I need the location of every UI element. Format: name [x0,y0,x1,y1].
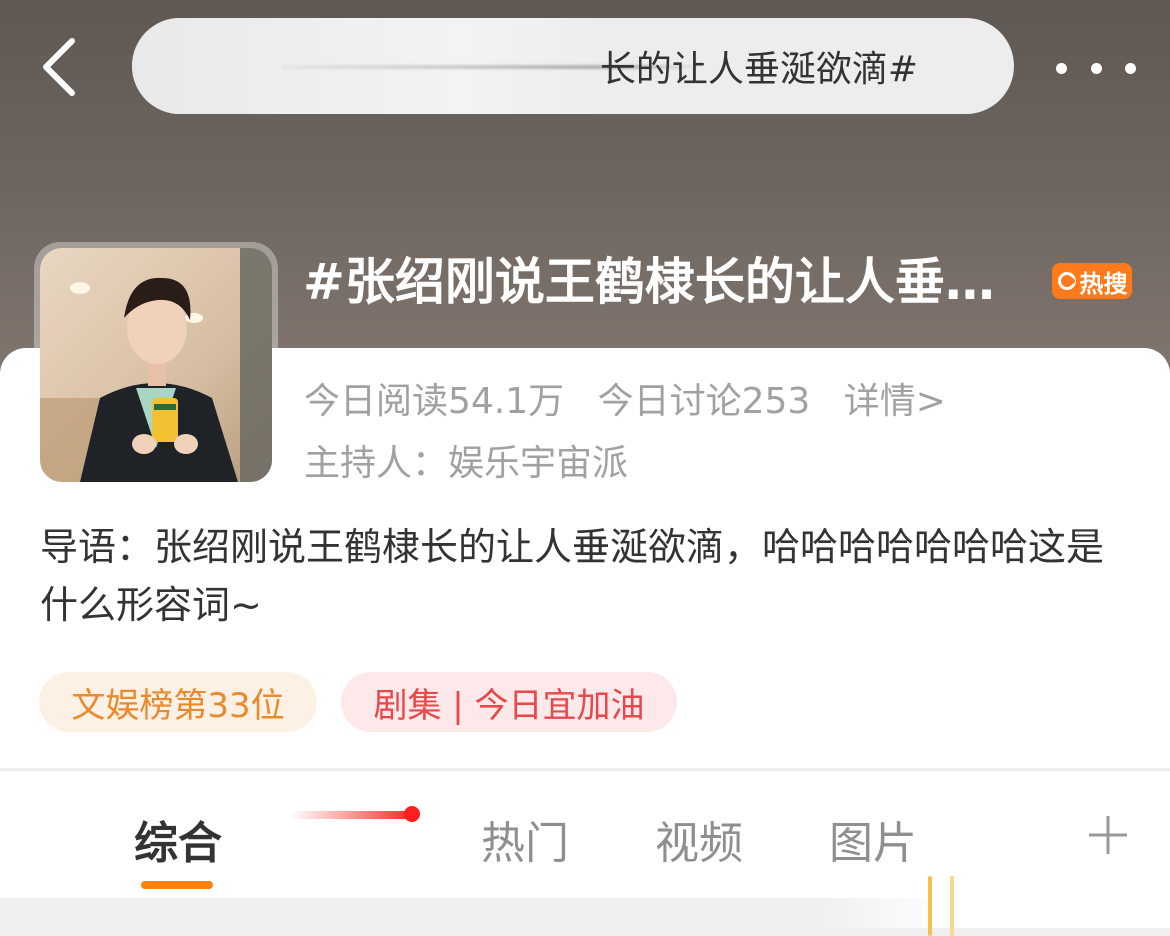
topic-cover[interactable] [34,242,278,488]
details-link[interactable]: 详情> [844,381,946,422]
hot-search-label: 热搜 [1079,269,1128,298]
cover-image [40,248,272,482]
category-tag[interactable]: 剧集 | 今日宜加油 [341,672,677,732]
feed-area-top [0,876,1170,936]
chevron-left-icon [43,38,75,96]
glow-mark-light [950,876,954,936]
tab-video[interactable]: 视频 [655,807,743,871]
today-discussions: 今日讨论253 [597,381,811,422]
active-tab-indicator [141,881,213,889]
topic-intro: 导语：张绍刚说王鹤棣长的让人垂涎欲滴，哈哈哈哈哈哈哈这是什么形容词~ [40,525,1105,627]
more-button[interactable] [1056,50,1136,86]
topic-host[interactable]: 主持人：娱乐宇宙派 [304,434,628,486]
hot-search-badge: 热搜 [1052,263,1132,299]
search-text: 长的让人垂涎欲滴# [599,49,918,90]
tab-images[interactable]: 图片 [829,807,917,871]
rank-tag[interactable]: 文娱榜第33位 [39,672,317,732]
search-bar[interactable]: 长的让人垂涎欲滴# [132,18,1014,114]
plus-icon[interactable] [1086,813,1130,857]
glow-mark-yellow [928,876,932,936]
tab-hot[interactable]: 热门 [481,807,569,871]
tab-bar: 综合 热门 视频 图片 [0,771,1170,898]
topic-stats: 今日阅读54.1万 今日讨论253 详情> [304,372,968,424]
today-reads: 今日阅读54.1万 [304,381,565,422]
tab-comprehensive[interactable]: 综合 [134,807,222,871]
more-dots-icon [1056,62,1067,74]
topic-title: #张绍刚说王鹤棣长的让人垂… [303,253,995,311]
hot-search-icon [1057,272,1076,290]
red-swipe-mark [290,806,420,822]
back-button[interactable] [30,34,90,100]
